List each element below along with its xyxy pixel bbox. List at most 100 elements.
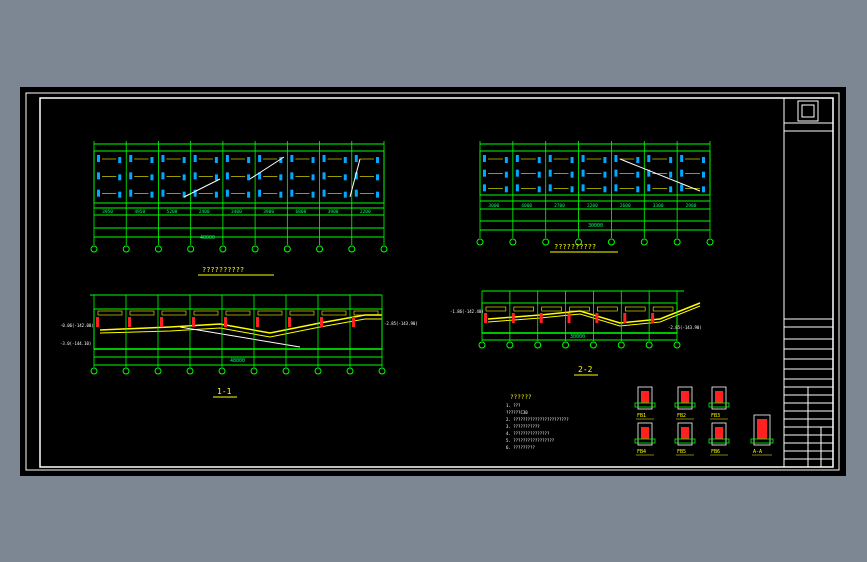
plan-left-column-fill [129,172,133,180]
sec2-axis-bubble [478,341,486,349]
plan-left-column-fill [214,191,218,198]
plan-left-column-fill [376,157,379,163]
plan-left-column-fill [182,174,186,181]
plan-left-column-fill [214,157,218,163]
plan-right-column-fill [603,171,607,178]
plan-right-column-fill [537,171,541,178]
plan-right-column-fill [636,186,640,193]
detail-5-section [715,427,723,439]
plan-left-dim-7: 3900 [328,209,339,215]
plan-left-column-fill [290,172,294,180]
detail-label: A-A [753,449,762,455]
sec1-section-cut [224,317,227,327]
plan-right-column-fill [515,184,519,192]
plan-left-column-fill [150,157,154,163]
plan-right-column-fill [483,169,486,177]
plan-left-axis-bubble [187,245,195,253]
section-1-label: 1-1 [217,387,232,396]
plan-left-column-fill [97,172,100,180]
plan-right-column-fill [669,157,673,163]
plan-right-axis-bubble [476,238,484,246]
plan-left-column-fill [97,155,100,162]
plan-left-column-fill [129,155,133,162]
detail-label: FB4 [637,449,646,455]
detail-1-section [681,391,689,403]
plan-left-column-fill [258,155,262,162]
plan-right-column-fill [504,186,508,193]
section-2-label: 2-2 [578,365,593,374]
plan-left-column-fill [343,191,347,198]
sec2-axis-bubble [617,341,625,349]
sec2-section-cut [484,313,487,323]
plan-left: 3950 4950 5200 2400 3400 3900 6800 3900 2200 [90,141,388,253]
plan-left-dim-1: 4950 [134,209,145,215]
sec2-section-cut [511,313,515,323]
sec1-axis-bubble [154,367,162,375]
plan-right-column-fill [570,157,574,163]
detail-0-section [641,391,649,403]
plan-left-column-fill [161,189,165,197]
sec1-axis-bubble [378,367,386,375]
plan-right-column-fill [515,169,519,177]
plan-right: 3000 4000 2700 2200 2600 3300 2900 [476,141,714,246]
sec1-elev-3: -2.85(-143.90) [384,321,418,326]
plan-right-dim-0: 3000 [488,203,499,209]
details-group: FB1 FB2 FB3 FB4 FB5 FB6 A-A [634,386,774,456]
plan-right-column-fill [504,171,508,178]
section-2-2 [478,290,701,349]
plan-left-dim-8: 2200 [360,209,371,215]
plan-right-column-fill [548,169,552,177]
inner-frame [39,97,834,468]
sec1-section-cut [160,317,163,327]
plan-left-column-fill [290,189,294,197]
plan-left-column-fill [279,191,283,198]
plan-left-column-fill [279,174,283,181]
plan-right-title: ?????????? [554,243,596,251]
plan-left-total: 48000 [200,235,215,241]
notes-line: 6. ????????? [506,445,535,450]
plan-left-column-fill [214,174,218,181]
detail-2-section [715,391,723,403]
plan-left-column-fill [258,189,262,197]
sec1-section-cut [96,317,99,327]
plan-right-total: 30000 [588,223,603,229]
sec2-axis-bubble [562,341,570,349]
plan-left-column-fill [161,172,165,180]
plan-left-column-fill [354,155,358,162]
plan-right-column-fill [537,157,541,163]
sec2-axis-bubble [645,341,653,349]
plan-left-dim-2: 5200 [167,209,178,215]
sec1-section-cut [288,317,291,327]
plan-left-column-fill [322,189,326,197]
detail-label: FB1 [637,413,646,419]
plan-right-column-fill [636,157,640,163]
plan-right-column-fill [669,186,673,193]
plan-right-column-fill [581,155,585,162]
sec2-elev-2: -2.85(-143.90) [668,325,702,330]
sec2-axis-bubble [673,341,681,349]
plan-right-column-fill [614,169,618,177]
plan-left-column-fill [150,174,154,181]
cad-viewport[interactable]: 3950 4950 5200 2400 3400 3900 6800 3900 2200 300… [20,87,846,476]
notes-heading: ?????? [510,394,532,401]
plan-right-column-fill [669,171,673,178]
plan-right-column-fill [702,171,705,178]
plan-left-column-fill [193,155,197,162]
notes-line: 2. ??????????????????????? [506,417,569,422]
plan-left-axis-bubble [154,245,162,253]
plan-left-column-fill [311,191,315,198]
plan-right-column-fill [680,169,684,177]
plan-left-axis-bubble [348,245,356,253]
section-2-total: 30000 [570,334,585,340]
plan-right-axis-bubble [607,238,615,246]
plan-right-dim-3: 2200 [587,203,598,209]
plan-right-column-fill [504,157,508,163]
plan-right-axis-bubble [542,238,550,246]
plan-left-dim-0: 3950 [102,209,113,215]
plan-left-dim-6: 6800 [295,209,306,215]
sec1-axis-bubble [218,367,226,375]
notes-list: 1. ??? ??????C30 2. ?????????????????????… [506,403,569,450]
sec1-elev-2: -3.0(-144.10) [60,341,91,346]
sec1-section-cut [256,317,259,327]
notes-line: 1. ??? [506,403,521,408]
